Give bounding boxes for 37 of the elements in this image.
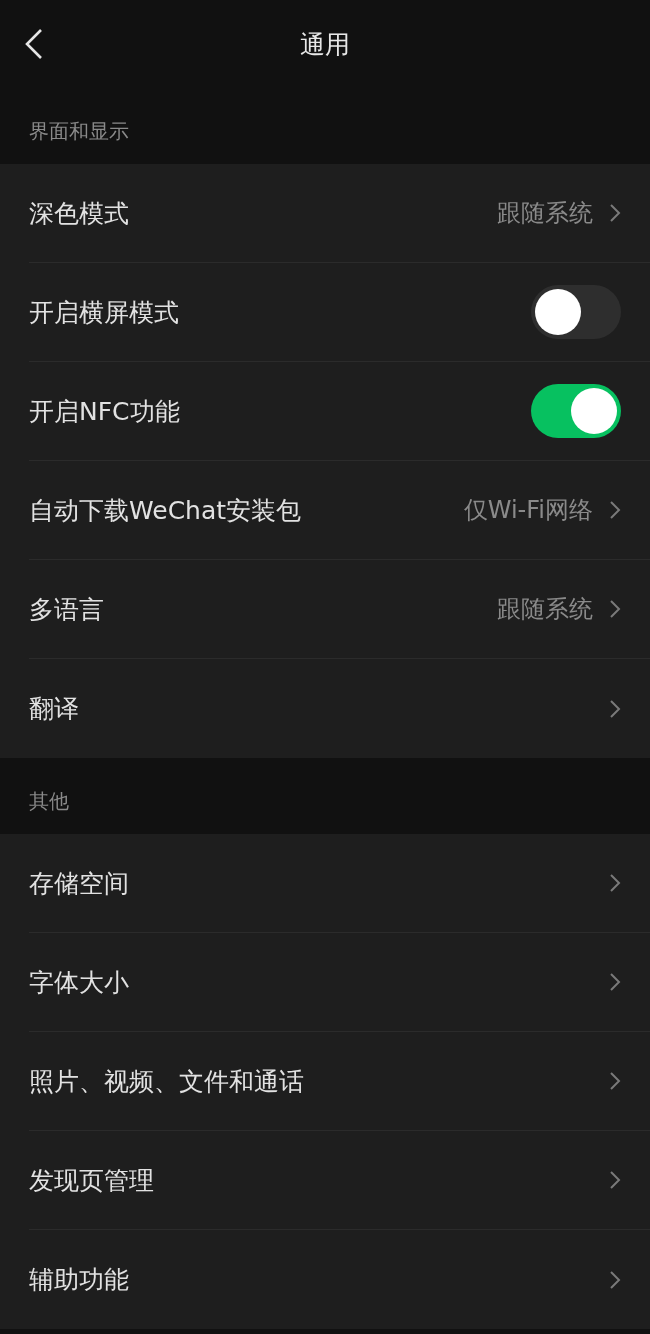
settings-row[interactable]: 发现页管理 (29, 1131, 650, 1230)
row-label: 照片、视频、文件和通话 (29, 1065, 304, 1098)
row-label: 字体大小 (29, 966, 129, 999)
row-label: 开启横屏模式 (29, 296, 179, 329)
toggle-switch[interactable] (531, 384, 621, 438)
row-label: 发现页管理 (29, 1164, 154, 1197)
page-title: 通用 (300, 28, 350, 61)
back-icon[interactable] (24, 28, 44, 60)
settings-row[interactable]: 自动下载WeChat安装包 仅Wi-Fi网络 (29, 461, 650, 560)
chevron-right-icon (609, 698, 621, 719)
chevron-right-icon (609, 972, 621, 992)
settings-row[interactable]: 深色模式 跟随系统 (29, 164, 650, 263)
settings-row[interactable]: 辅助功能 (29, 1230, 650, 1329)
chevron-right-icon (609, 203, 621, 223)
row-label: 自动下载WeChat安装包 (29, 494, 302, 527)
chevron-right-icon (609, 599, 621, 619)
row-label: 开启NFC功能 (29, 395, 180, 428)
settings-row[interactable]: 翻译 (29, 659, 650, 758)
settings-row[interactable]: 照片、视频、文件和通话 (29, 1032, 650, 1131)
settings-row[interactable]: 字体大小 (29, 933, 650, 1032)
row-label: 深色模式 (29, 197, 129, 230)
row-value: 跟随系统 (497, 198, 593, 229)
settings-row[interactable]: 存储空间 (29, 834, 650, 933)
row-label: 存储空间 (29, 867, 129, 900)
chevron-right-icon (609, 1071, 621, 1091)
section-header: 界面和显示 (28, 118, 130, 145)
row-label: 翻译 (29, 693, 79, 725)
section-header: 其他 (28, 788, 70, 815)
row-value: 跟随系统 (497, 594, 593, 625)
chevron-right-icon (609, 1170, 621, 1190)
chevron-right-icon (609, 1269, 621, 1290)
row-value: 仅Wi-Fi网络 (463, 495, 593, 526)
chevron-right-icon (609, 500, 621, 520)
settings-row[interactable]: 多语言 跟随系统 (29, 560, 650, 659)
row-label: 辅助功能 (29, 1264, 129, 1296)
chevron-right-icon (609, 873, 621, 893)
row-label: 多语言 (29, 593, 104, 626)
